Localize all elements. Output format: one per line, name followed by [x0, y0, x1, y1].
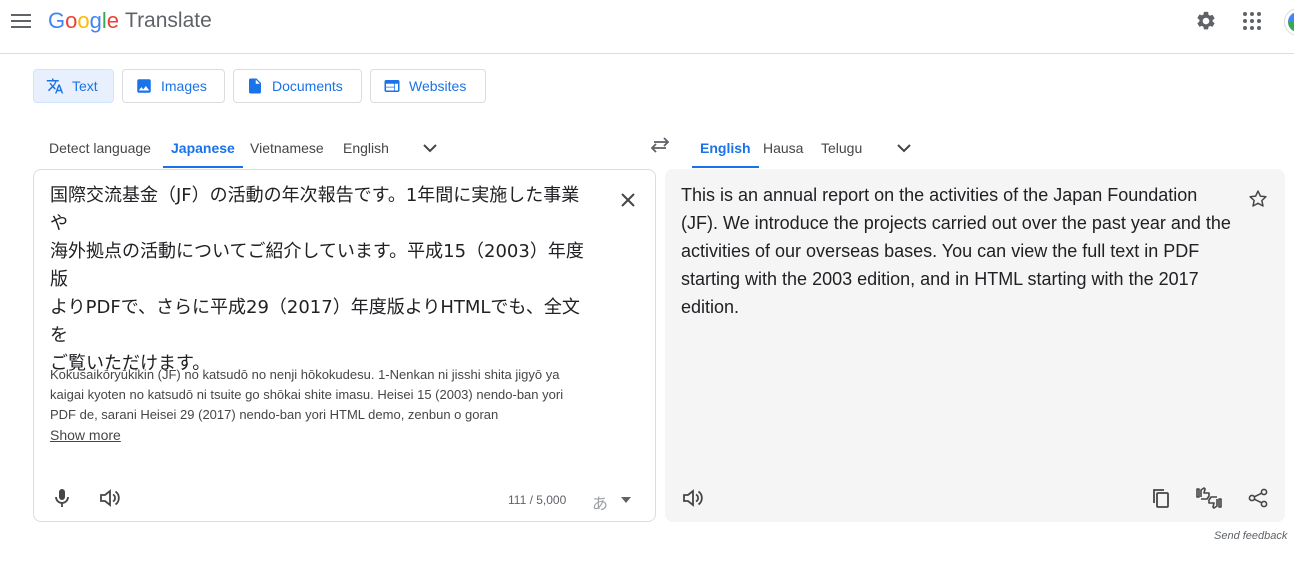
source-text-panel: 国際交流基金（JF）の活動の年次報告です。1年間に実施した事業や 海外拠点の活動…: [33, 169, 656, 522]
source-lang-label: Vietnamese: [250, 140, 324, 156]
swap-arrows-icon: [650, 137, 670, 153]
mode-images-label: Images: [161, 78, 207, 94]
document-icon: [246, 77, 264, 95]
speaker-icon: [100, 489, 120, 507]
google-translate-logo[interactable]: Google Translate: [48, 7, 212, 35]
logo-letter-2: o: [77, 8, 90, 33]
mode-text-button[interactable]: Text: [33, 69, 114, 103]
clear-source-button[interactable]: [614, 186, 642, 214]
star-icon: [1249, 190, 1267, 207]
source-lang-english[interactable]: English: [343, 128, 389, 168]
website-icon: [383, 77, 401, 95]
avatar-ring: [1288, 12, 1294, 32]
target-lang-hausa[interactable]: Hausa: [763, 128, 803, 168]
transliteration-text: Kokusaikōryūkikin (JF) no katsudō no nen…: [50, 365, 610, 425]
source-text-input[interactable]: 国際交流基金（JF）の活動の年次報告です。1年間に実施した事業や 海外拠点の活動…: [50, 182, 595, 378]
target-lang-english[interactable]: English: [692, 128, 759, 168]
mode-documents-label: Documents: [272, 78, 343, 94]
voice-input-button[interactable]: [46, 482, 78, 514]
transliteration-line: kaigai kyoten no katsudō ni tsuite go sh…: [50, 387, 564, 402]
settings-button[interactable]: [1192, 7, 1220, 35]
translation-line: activities of our overseas bases. You ca…: [681, 241, 1200, 261]
mode-websites-button[interactable]: Websites: [370, 69, 486, 103]
logo-letter-1: o: [65, 8, 78, 33]
target-lang-label: Telugu: [821, 140, 863, 156]
source-lang-label: Japanese: [171, 140, 235, 156]
apps-button[interactable]: [1238, 7, 1266, 35]
character-count: 111 / 5,000: [508, 493, 567, 507]
mode-websites-label: Websites: [409, 78, 467, 94]
mode-text-label: Text: [72, 78, 98, 94]
logo-letter-3: g: [89, 8, 102, 33]
chevron-down-icon: [423, 144, 437, 153]
rate-translation-button[interactable]: [1193, 482, 1225, 514]
main-menu-button[interactable]: [8, 8, 34, 34]
translate-icon: [46, 77, 64, 95]
target-more-languages-button[interactable]: [890, 134, 918, 162]
translation-output: This is an annual report on the activiti…: [681, 181, 1236, 321]
source-lang-detect[interactable]: Detect language: [49, 128, 151, 168]
target-lang-label: English: [700, 140, 751, 156]
translation-panel: This is an annual report on the activiti…: [665, 169, 1285, 522]
target-lang-telugu[interactable]: Telugu: [821, 128, 862, 168]
send-feedback-link[interactable]: Send feedback: [1214, 530, 1287, 542]
translation-line: (JF). We introduce the projects carried …: [681, 213, 1231, 233]
caret-down-icon: [621, 497, 631, 503]
translation-line: starting with the 2003 edition, and in H…: [681, 269, 1199, 289]
share-translation-button[interactable]: [1242, 482, 1274, 514]
close-icon: [621, 193, 635, 207]
settings-icon: [1197, 11, 1215, 30]
image-icon: [135, 77, 153, 95]
app-header: Google Translate: [0, 0, 1294, 54]
source-line: 国際交流基金（JF）の活動の年次報告です。1年間に実施した事業や: [50, 185, 580, 234]
input-tools-button[interactable]: あ: [592, 490, 608, 514]
product-name: Translate: [125, 9, 212, 32]
translation-line: This is an annual report on the activiti…: [681, 185, 1198, 205]
source-lang-label: Detect language: [49, 140, 151, 156]
chevron-down-icon: [897, 144, 911, 153]
source-lang-vietnamese[interactable]: Vietnamese: [250, 128, 324, 168]
listen-source-button[interactable]: [94, 482, 126, 514]
source-lang-japanese[interactable]: Japanese: [163, 128, 243, 168]
source-more-languages-button[interactable]: [416, 134, 444, 162]
logo-letter-0: G: [48, 8, 66, 33]
menu-icon: [11, 14, 31, 28]
logo-letter-5: e: [106, 8, 120, 33]
transliteration-line: PDF de, sarani Heisei 29 (2017) nendo-ba…: [50, 407, 499, 422]
account-avatar[interactable]: [1284, 8, 1294, 36]
swap-languages-button[interactable]: [646, 131, 674, 159]
microphone-icon: [55, 489, 69, 507]
translation-line: edition.: [681, 297, 740, 317]
mode-documents-button[interactable]: Documents: [233, 69, 362, 103]
share-icon: [1248, 488, 1268, 508]
target-lang-label: Hausa: [763, 140, 804, 156]
speaker-icon: [683, 489, 703, 507]
copy-translation-button[interactable]: [1145, 482, 1177, 514]
save-translation-button[interactable]: [1242, 183, 1274, 215]
transliteration-line: Kokusaikōryūkikin (JF) no katsudō no nen…: [50, 367, 560, 382]
copy-icon: [1153, 489, 1169, 508]
listen-translation-button[interactable]: [677, 482, 709, 514]
source-lang-label: English: [343, 140, 389, 156]
apps-grid-icon: [1243, 12, 1261, 30]
source-line: 海外拠点の活動についてご紹介しています。平成15（2003）年度版: [50, 241, 584, 290]
mode-images-button[interactable]: Images: [122, 69, 225, 103]
source-line: よりPDFで、さらに平成29（2017）年度版よりHTMLでも、全文を: [50, 297, 580, 346]
show-more-link[interactable]: Show more: [50, 425, 121, 445]
thumbs-up-down-icon: [1196, 487, 1222, 509]
input-tools-dropdown[interactable]: [618, 492, 634, 508]
